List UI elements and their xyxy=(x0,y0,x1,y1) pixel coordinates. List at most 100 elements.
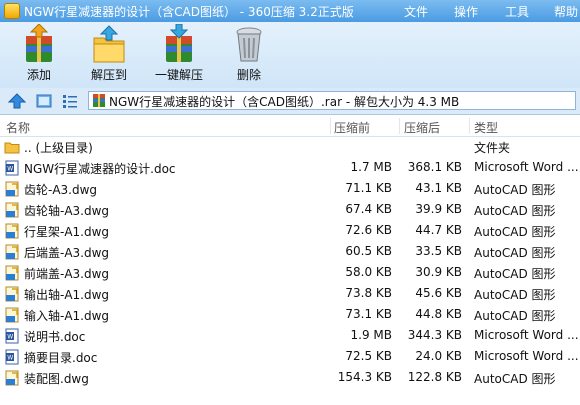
one-click-extract-button[interactable]: 一键解压 xyxy=(144,24,214,83)
dwg-file-icon xyxy=(5,265,19,281)
svg-text:W: W xyxy=(7,334,13,341)
file-name: 输入轴-A1.dwg xyxy=(24,309,110,323)
size-after: 24.0 KB xyxy=(415,349,462,363)
file-row[interactable]: 前端盖-A3.dwg 58.0 KB 30.9 KB AutoCAD 图形 xyxy=(0,262,580,283)
svg-text:W: W xyxy=(7,355,13,362)
file-type: Microsoft Word ... xyxy=(474,349,579,363)
file-type: Microsoft Word ... xyxy=(474,328,579,342)
title-bar: NGW行星减速器的设计（含CAD图纸） - 360压缩 3.2正式版 文件 操作… xyxy=(0,0,580,22)
size-before: 1.9 MB xyxy=(350,328,392,342)
details-view-icon[interactable] xyxy=(62,93,78,109)
size-after: 33.5 KB xyxy=(415,244,462,258)
size-before: 60.5 KB xyxy=(345,244,392,258)
file-name: 说明书.doc xyxy=(24,330,86,344)
menu-operate[interactable]: 操作 xyxy=(454,3,478,20)
file-name: NGW行星减速器的设计.doc xyxy=(24,162,176,176)
delete-button[interactable]: 删除 xyxy=(214,24,284,83)
file-row[interactable]: 齿轮轴-A3.dwg 67.4 KB 39.9 KB AutoCAD 图形 xyxy=(0,199,580,220)
add-label: 添加 xyxy=(26,68,51,82)
file-row[interactable]: .. (上级目录) 文件夹 xyxy=(0,136,580,157)
size-before: 71.1 KB xyxy=(345,181,392,195)
column-name[interactable]: 名称 xyxy=(6,119,30,136)
dwg-file-icon xyxy=(5,202,19,218)
folder-icon xyxy=(4,142,20,154)
file-name: .. (上级目录) xyxy=(24,141,93,155)
dwg-file-icon xyxy=(5,223,19,239)
menu-help[interactable]: 帮助 xyxy=(554,3,578,20)
column-type[interactable]: 类型 xyxy=(474,119,498,136)
app-logo-icon xyxy=(4,3,20,19)
address-bar: NGW行星减速器的设计（含CAD图纸）.rar - 解包大小为 4.3 MB xyxy=(0,88,580,115)
file-name: 前端盖-A3.dwg xyxy=(24,267,110,281)
size-before: 154.3 KB xyxy=(337,370,392,384)
file-name: 行星架-A1.dwg xyxy=(24,225,110,239)
toolbar: 添加 解压到 一键解压 删除 xyxy=(0,22,580,89)
delete-label: 删除 xyxy=(236,68,261,82)
file-list: .. (上级目录) 文件夹 W NGW行星减速器的设计.doc 1.7 MB 368.1 … xyxy=(0,136,580,388)
file-row[interactable]: 行星架-A1.dwg 72.6 KB 44.7 KB AutoCAD 图形 xyxy=(0,220,580,241)
word-doc-icon: W xyxy=(5,349,19,365)
dwg-file-icon xyxy=(5,307,19,323)
file-row[interactable]: 输入轴-A1.dwg 73.1 KB 44.8 KB AutoCAD 图形 xyxy=(0,304,580,325)
column-compressed-before[interactable]: 压缩前 xyxy=(334,119,370,136)
file-type: AutoCAD 图形 xyxy=(474,204,556,218)
column-divider[interactable] xyxy=(469,118,470,134)
menu-file[interactable]: 文件 xyxy=(404,3,428,20)
add-archive-icon xyxy=(26,24,52,62)
archive-path: NGW行星减速器的设计（含CAD图纸）.rar - 解包大小为 4.3 MB xyxy=(109,95,460,109)
file-name: 齿轮-A3.dwg xyxy=(24,183,98,197)
size-after: 39.9 KB xyxy=(415,202,462,216)
size-before: 72.5 KB xyxy=(345,349,392,363)
size-after: 43.1 KB xyxy=(415,181,462,195)
trash-icon xyxy=(236,27,262,62)
file-row[interactable]: W NGW行星减速器的设计.doc 1.7 MB 368.1 KB Microsoft … xyxy=(0,157,580,178)
word-doc-icon: W xyxy=(5,328,19,344)
file-name: 装配图.dwg xyxy=(24,372,89,386)
column-header: 名称 压缩前 压缩后 类型 xyxy=(0,116,580,137)
add-button[interactable]: 添加 xyxy=(4,24,74,83)
size-after: 45.6 KB xyxy=(415,286,462,300)
file-name: 摘要目录.doc xyxy=(24,351,98,365)
file-type: Microsoft Word ... xyxy=(474,160,579,174)
file-type: AutoCAD 图形 xyxy=(474,246,556,260)
dwg-file-icon xyxy=(5,370,19,386)
file-row[interactable]: 齿轮-A3.dwg 71.1 KB 43.1 KB AutoCAD 图形 xyxy=(0,178,580,199)
file-row[interactable]: 后端盖-A3.dwg 60.5 KB 33.5 KB AutoCAD 图形 xyxy=(0,241,580,262)
size-before: 67.4 KB xyxy=(345,202,392,216)
file-type: AutoCAD 图形 xyxy=(474,372,556,386)
file-type: AutoCAD 图形 xyxy=(474,183,556,197)
size-after: 344.3 KB xyxy=(407,328,462,342)
file-type: AutoCAD 图形 xyxy=(474,267,556,281)
file-type: AutoCAD 图形 xyxy=(474,309,556,323)
svg-text:W: W xyxy=(7,166,13,173)
size-before: 58.0 KB xyxy=(345,265,392,279)
archive-file-icon xyxy=(93,94,105,107)
dwg-file-icon xyxy=(5,286,19,302)
menu-tools[interactable]: 工具 xyxy=(505,3,529,20)
file-row[interactable]: W 说明书.doc 1.9 MB 344.3 KB Microsoft Word ... xyxy=(0,325,580,346)
file-name: 输出轴-A1.dwg xyxy=(24,288,110,302)
word-doc-icon: W xyxy=(5,160,19,176)
size-before: 72.6 KB xyxy=(345,223,392,237)
one-click-extract-label: 一键解压 xyxy=(154,68,203,82)
extract-to-button[interactable]: 解压到 xyxy=(74,24,144,83)
column-divider[interactable] xyxy=(330,118,331,134)
file-type: AutoCAD 图形 xyxy=(474,288,556,302)
one-click-extract-icon xyxy=(166,24,192,62)
extract-to-label: 解压到 xyxy=(90,68,127,82)
address-field[interactable]: NGW行星减速器的设计（含CAD图纸）.rar - 解包大小为 4.3 MB xyxy=(88,91,576,110)
size-before: 73.8 KB xyxy=(345,286,392,300)
file-row[interactable]: 装配图.dwg 154.3 KB 122.8 KB AutoCAD 图形 xyxy=(0,367,580,388)
size-before: 1.7 MB xyxy=(350,160,392,174)
file-row[interactable]: 输出轴-A1.dwg 73.8 KB 45.6 KB AutoCAD 图形 xyxy=(0,283,580,304)
size-after: 368.1 KB xyxy=(407,160,462,174)
up-arrow-icon[interactable] xyxy=(8,93,26,109)
window-title: NGW行星减速器的设计（含CAD图纸） - 360压缩 3.2正式版 xyxy=(24,5,354,19)
size-after: 122.8 KB xyxy=(407,370,462,384)
large-icons-view-icon[interactable] xyxy=(36,93,52,109)
column-compressed-after[interactable]: 压缩后 xyxy=(404,119,440,136)
file-type: 文件夹 xyxy=(474,141,511,155)
file-row[interactable]: W 摘要目录.doc 72.5 KB 24.0 KB Microsoft Word ..… xyxy=(0,346,580,367)
column-divider[interactable] xyxy=(399,118,400,134)
file-type: AutoCAD 图形 xyxy=(474,225,556,239)
